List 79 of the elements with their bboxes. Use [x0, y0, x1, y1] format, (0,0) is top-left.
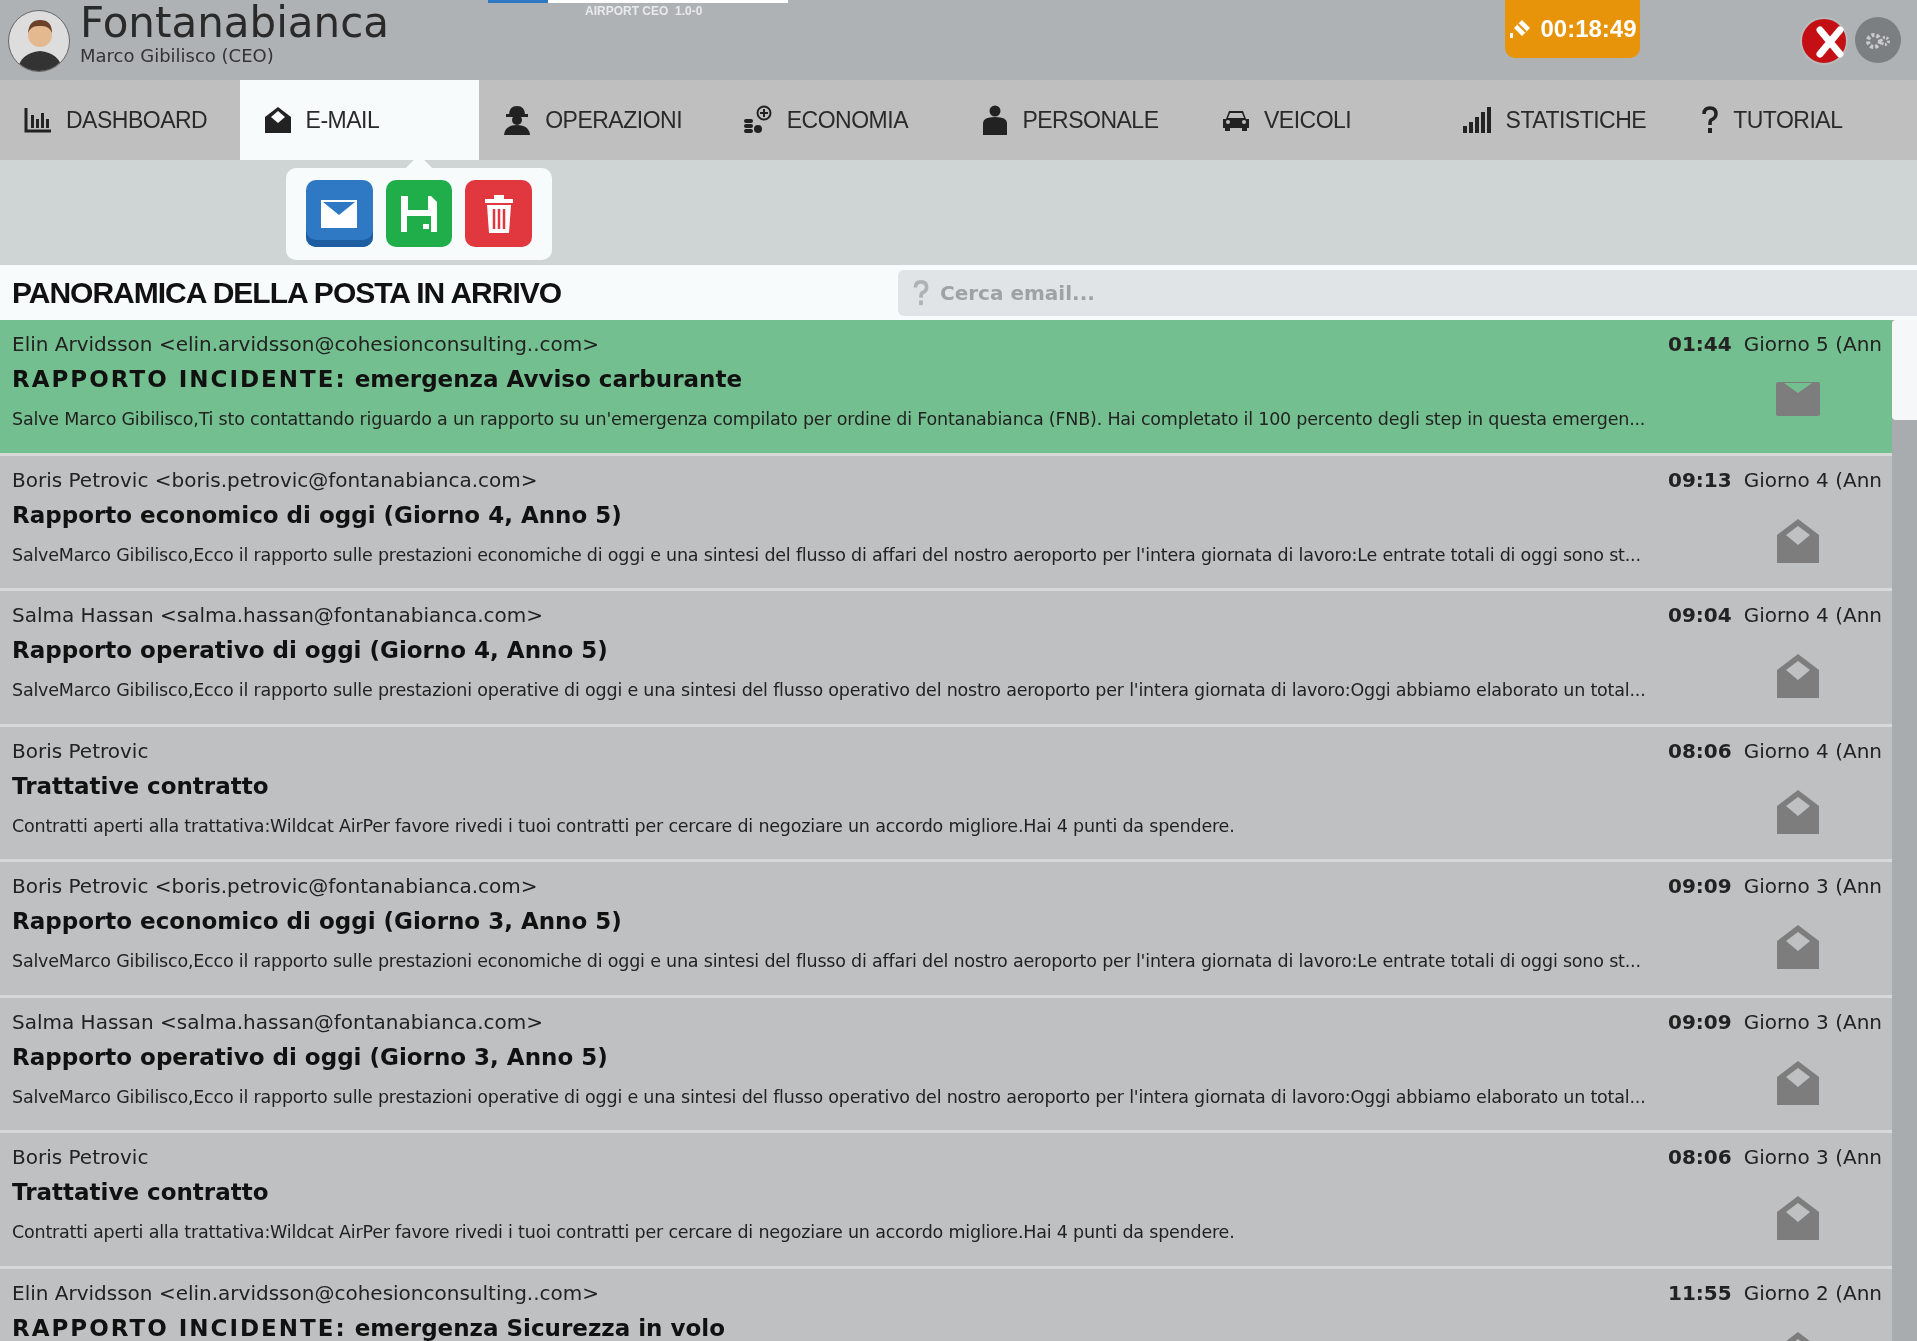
email-row[interactable]: [0, 591, 1892, 727]
email-preview: SalveMarco Gibilisco,Ecco il rapporto sulle prestazioni economiche di oggi e una sintesi del flusso di affari del nostro aeroporto per l'intera giornata di lavoro:Le entrate totali di oggi sono st...: [12, 950, 1642, 973]
nav-tab[interactable]: OPERAZIONI: [479, 80, 719, 160]
search-field[interactable]: Cerca email...: [898, 269, 1917, 316]
email-date: Giorno 4 (Ann: [1743, 602, 1882, 629]
email-subject: RAPPORTO INCIDENTE: emergenza Sicurezza in volo: [12, 1313, 726, 1341]
player-name: Marco Gibilisco (CEO): [80, 46, 275, 66]
email-row[interactable]: [0, 320, 1892, 456]
close-button[interactable]: [1800, 17, 1848, 65]
version-label: AIRPORT CEO 1.0-0: [585, 3, 703, 20]
email-sender: Boris Petrovic: [12, 1144, 149, 1171]
email-date: Giorno 3 (Ann: [1743, 1144, 1882, 1171]
email-preview: Contratti aperti alla trattativa:Wildcat AirPer favore rivedi i tuoi contratti per cercare di negoziare un accordo migliore.Hai 4 punti da spendere.: [12, 1221, 1236, 1244]
scrollbar[interactable]: [1892, 320, 1917, 1341]
question-mark-icon: [912, 279, 930, 306]
email-subject: Rapporto operativo di oggi (Giorno 3, Anno 5): [12, 1042, 609, 1072]
save-button[interactable]: [385, 180, 453, 247]
email-sender: Boris Petrovic <boris.petrovic@fontanabianca.com>: [12, 873, 538, 900]
nav-tab[interactable]: ECONOMIA: [718, 80, 959, 160]
email-date: Giorno 4 (Ann: [1743, 737, 1882, 765]
coins-icon: [742, 105, 773, 135]
email-subject: RAPPORTO INCIDENTE: emergenza Avviso carburante: [12, 365, 743, 394]
email-row[interactable]: [0, 726, 1892, 862]
email-sender: Salma Hassan <salma.hassan@fontanabianca.com>: [12, 602, 544, 629]
email-date: Giorno 5 (Ann: [1743, 331, 1882, 358]
email-time: 09:09: [1667, 1008, 1732, 1036]
email-time: 09:13: [1667, 466, 1732, 494]
email-time: 01:44: [1667, 331, 1732, 358]
compose-mail-button[interactable]: [306, 180, 373, 247]
envelope-icon: [263, 106, 292, 134]
email-row[interactable]: [0, 1133, 1892, 1269]
nav-tab[interactable]: E-MAIL: [239, 80, 480, 160]
email-date: Giorno 4 (Ann: [1743, 466, 1882, 494]
email-sender: Elin Arvidsson <elin.arvidsson@cohesionconsulting..com>: [12, 331, 600, 358]
question-mark-icon: [1701, 106, 1720, 134]
email-time: 11:55: [1667, 1279, 1732, 1307]
email-preview: SalveMarco Gibilisco,Ecco il rapporto sulle prestazioni operative di oggi e una sintesi del flusso operativo del nostro aeroporto per l'intera giornata di lavoro:Oggi abbiamo elaborato un total...: [12, 679, 1647, 702]
nav-tab[interactable]: PERSONALE: [958, 80, 1198, 160]
airport-name: Fontanabianca: [80, 0, 390, 46]
email-date: Giorno 3 (Ann: [1743, 1008, 1882, 1036]
email-time: 08:06: [1667, 1144, 1732, 1171]
envelope-icon: [320, 198, 359, 229]
email-preview: Salve Marco Gibilisco,Ti sto contattando riguardo a un rapporto su un'emergenza compilato per ordine di Fontanabianca (FNB). Hai completato il 100 percento degli step in questa emergen...: [12, 408, 1647, 431]
email-subject: Trattative contratto: [12, 1178, 270, 1207]
email-time: 09:09: [1667, 873, 1732, 900]
email-preview: SalveMarco Gibilisco,Ecco il rapporto sulle prestazioni operative di oggi e una sintesi del flusso operativo del nostro aeroporto per l'intera giornata di lavoro:Oggi abbiamo elaborato un total...: [12, 1085, 1647, 1109]
email-time: 08:06: [1667, 737, 1732, 765]
bar-chart-icon: [24, 107, 52, 133]
signal-bars-icon: [1461, 107, 1492, 133]
email-date: Giorno 3 (Ann: [1743, 873, 1882, 900]
email-preview: SalveMarco Gibilisco,Ecco il rapporto sulle prestazioni economiche di oggi e una sintesi del flusso di affari del nostro aeroporto per l'intera giornata di lavoro:Le entrate totali di oggi sono st...: [12, 543, 1642, 567]
worker-icon: [503, 105, 532, 135]
nav-tab[interactable]: DASHBOARD: [0, 80, 240, 160]
email-time: 09:04: [1667, 602, 1732, 629]
nav-tab[interactable]: STATISTICHE: [1437, 80, 1678, 160]
email-sender: Boris Petrovic: [12, 737, 149, 765]
nav-tab[interactable]: TUTORIAL: [1677, 80, 1917, 160]
email-sender: Elin Arvidsson <elin.arvidsson@cohesionconsulting..com>: [12, 1279, 600, 1307]
email-subject: Rapporto economico di oggi (Giorno 4, Anno 5): [12, 500, 623, 530]
ticket-icon: [1508, 18, 1533, 40]
settings-icon: [1863, 30, 1893, 51]
email-row[interactable]: [0, 455, 1892, 591]
email-row[interactable]: [0, 997, 1892, 1133]
email-date: Giorno 2 (Ann: [1743, 1279, 1882, 1307]
email-preview: Contratti aperti alla trattativa:Wildcat AirPer favore rivedi i tuoi contratti per cercare di negoziare un accordo migliore.Hai 4 punti da spendere.: [12, 814, 1236, 838]
email-sender: Boris Petrovic <boris.petrovic@fontanabianca.com>: [12, 466, 538, 494]
delete-button[interactable]: [465, 180, 532, 247]
email-row[interactable]: Elin Arvidsson <elin.arvidsson@cohesionconsulting..com> RAPPORTO INCIDENTE: emergenza Sicurezza in volo 11:55 Giorno 2 (Ann: [0, 1268, 1892, 1341]
nav-tab[interactable]: VEICOLI: [1197, 80, 1438, 160]
car-icon: [1221, 109, 1250, 131]
email-subject: Rapporto economico di oggi (Giorno 3, Anno 5): [12, 907, 623, 936]
email-sender: Salma Hassan <salma.hassan@fontanabianca.com>: [12, 1008, 544, 1036]
email-row[interactable]: [0, 862, 1892, 998]
inbox-title: PANORAMICA DELLA POSTA IN ARRIVO: [12, 274, 562, 311]
trash-icon: [483, 194, 514, 233]
person-icon: [982, 105, 1009, 135]
email-subject: Trattative contratto: [12, 771, 270, 801]
game-timer: 00:18:49: [1505, 0, 1640, 58]
email-subject: Rapporto operativo di oggi (Giorno 4, Anno 5): [12, 636, 609, 665]
